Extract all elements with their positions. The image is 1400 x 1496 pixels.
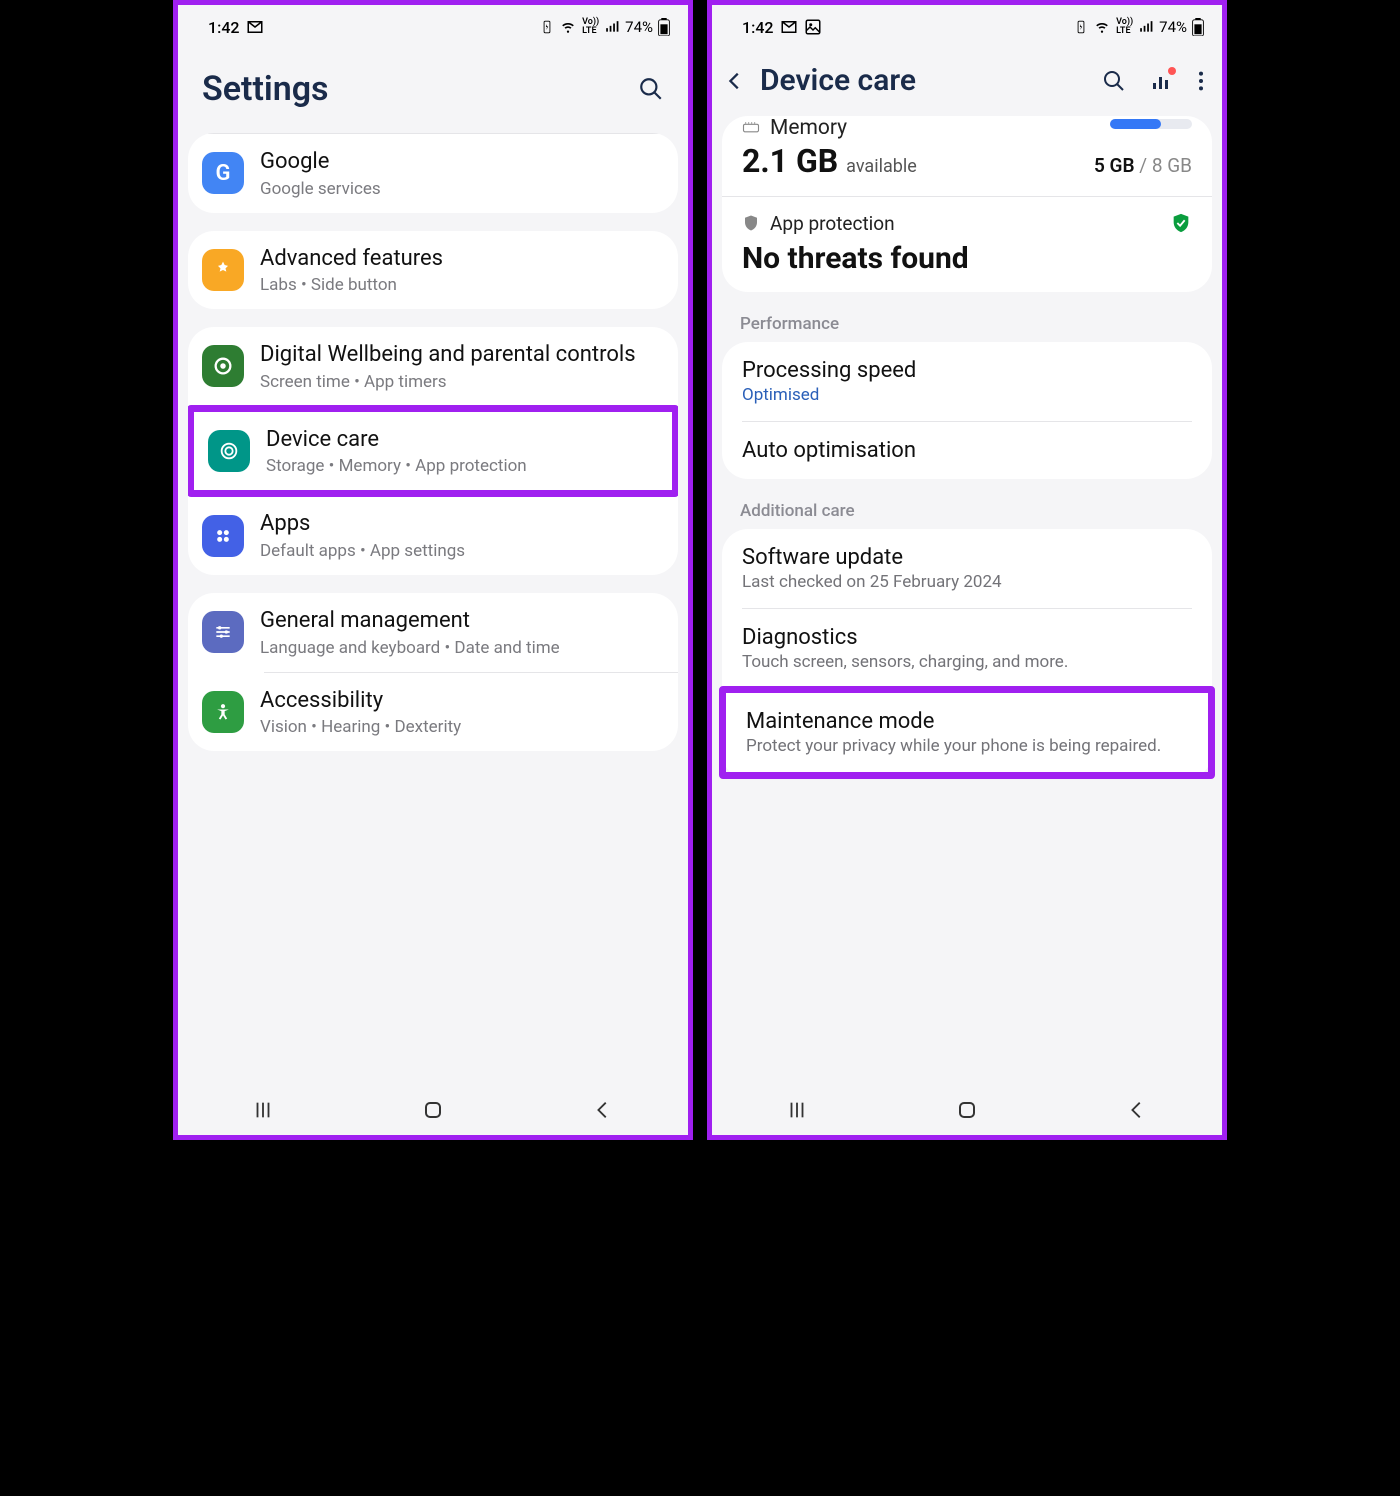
shield-check-icon — [1170, 211, 1192, 235]
back-icon[interactable] — [592, 1099, 614, 1121]
item-title: Diagnostics — [742, 625, 1192, 650]
back-icon[interactable] — [1126, 1099, 1148, 1121]
chart-icon[interactable] — [1150, 69, 1174, 93]
volte-icon: Vo))LTE — [1116, 18, 1133, 36]
memory-value: 2.1 GB — [742, 142, 838, 180]
gmail-icon — [246, 18, 264, 36]
item-sub: Touch screen, sensors, charging, and mor… — [742, 652, 1192, 672]
recents-icon[interactable] — [786, 1099, 808, 1121]
settings-item-google[interactable]: G Google Google services — [188, 134, 678, 213]
item-title: Processing speed — [742, 358, 1192, 383]
item-title: Advanced features — [260, 245, 660, 274]
status-time: 1:42 — [742, 18, 774, 37]
devicecare-icon — [208, 430, 250, 472]
item-title: Device care — [266, 426, 654, 455]
home-icon[interactable] — [421, 1098, 445, 1122]
settings-item-digital-wellbeing[interactable]: Digital Wellbeing and parental controls … — [188, 327, 678, 406]
memory-icon — [742, 121, 760, 135]
signal-icon — [604, 20, 620, 34]
apps-icon — [202, 515, 244, 557]
battery-charging-icon — [1074, 19, 1088, 35]
item-title: Auto optimisation — [742, 438, 1192, 463]
app-protection-label: App protection — [770, 212, 895, 235]
item-sub: Last checked on 25 February 2024 — [742, 572, 1192, 592]
section-additional: Additional care — [712, 493, 1222, 529]
battery-icon — [1192, 18, 1204, 36]
item-sub: Language and keyboard • Date and time — [260, 638, 660, 658]
settings-item-accessibility[interactable]: Accessibility Vision • Hearing • Dexteri… — [188, 673, 678, 752]
search-icon[interactable] — [638, 76, 664, 102]
item-diagnostics[interactable]: Diagnostics Touch screen, sensors, charg… — [722, 609, 1212, 688]
settings-item-apps[interactable]: Apps Default apps • App settings — [188, 496, 678, 575]
memory-total: / 8 GB — [1135, 154, 1192, 177]
wifi-icon — [559, 20, 577, 34]
battery-icon — [658, 18, 670, 36]
gallery-icon — [804, 18, 822, 36]
battery-charging-icon — [540, 19, 554, 35]
page-title: Settings — [202, 69, 329, 109]
threats-status: No threats found — [742, 241, 1192, 276]
accessibility-icon — [202, 691, 244, 733]
settings-item-general[interactable]: General management Language and keyboard… — [188, 593, 678, 672]
item-title: Software update — [742, 545, 1192, 570]
volte-icon: Vo))LTE — [582, 18, 599, 36]
shield-icon — [742, 213, 760, 233]
device-care-screen: 1:42 Vo))LTE 74% Device care Memory — [707, 0, 1227, 1140]
item-sub: Screen time • App timers — [260, 372, 660, 392]
item-sub: Optimised — [742, 385, 1192, 405]
item-sub: Storage • Memory • App protection — [266, 456, 654, 476]
signal-icon — [1138, 20, 1154, 34]
wellbeing-icon — [202, 345, 244, 387]
item-auto-optimisation[interactable]: Auto optimisation — [722, 422, 1212, 479]
advanced-icon — [202, 249, 244, 291]
back-button[interactable] — [724, 70, 746, 92]
item-title: Apps — [260, 510, 660, 539]
search-icon[interactable] — [1102, 69, 1126, 93]
gmail-icon — [780, 18, 798, 36]
item-title: Accessibility — [260, 687, 660, 716]
item-maintenance-mode[interactable]: Maintenance mode Protect your privacy wh… — [719, 686, 1215, 779]
memory-bar — [1110, 119, 1192, 129]
app-protection-row[interactable]: App protection — [742, 211, 1192, 235]
home-icon[interactable] — [955, 1098, 979, 1122]
item-title: General management — [260, 607, 660, 636]
nav-bar — [712, 1085, 1222, 1135]
wifi-icon — [1093, 20, 1111, 34]
status-time: 1:42 — [208, 18, 240, 37]
item-title: Google — [260, 148, 660, 177]
general-icon — [202, 611, 244, 653]
settings-item-device-care[interactable]: Device care Storage • Memory • App prote… — [188, 405, 678, 498]
more-icon[interactable] — [1198, 70, 1204, 92]
memory-header: Memory — [770, 116, 847, 140]
item-title: Digital Wellbeing and parental controls — [260, 341, 660, 370]
google-icon: G — [202, 152, 244, 194]
item-title: Maintenance mode — [746, 709, 1188, 734]
settings-item-advanced[interactable]: Advanced features Labs • Side button — [188, 231, 678, 310]
memory-available-label: available — [846, 156, 917, 177]
page-title: Device care — [760, 63, 1088, 98]
status-bar: 1:42 Vo))LTE 74% — [178, 5, 688, 45]
recents-icon[interactable] — [252, 1099, 274, 1121]
item-processing-speed[interactable]: Processing speed Optimised — [722, 342, 1212, 421]
memory-card[interactable]: Memory 2.1 GB available 5 GB / 8 GB App … — [722, 116, 1212, 292]
item-sub: Google services — [260, 179, 660, 199]
item-sub: Default apps • App settings — [260, 541, 660, 561]
status-bar: 1:42 Vo))LTE 74% — [712, 5, 1222, 45]
item-sub: Vision • Hearing • Dexterity — [260, 717, 660, 737]
nav-bar — [178, 1085, 688, 1135]
battery-pct: 74% — [625, 18, 653, 36]
item-software-update[interactable]: Software update Last checked on 25 Febru… — [722, 529, 1212, 608]
settings-screen: 1:42 Vo))LTE 74% Settings G Google Googl… — [173, 0, 693, 1140]
section-performance: Performance — [712, 306, 1222, 342]
item-sub: Labs • Side button — [260, 275, 660, 295]
battery-pct: 74% — [1159, 18, 1187, 36]
memory-used: 5 GB — [1094, 154, 1135, 177]
item-sub: Protect your privacy while your phone is… — [746, 736, 1188, 756]
